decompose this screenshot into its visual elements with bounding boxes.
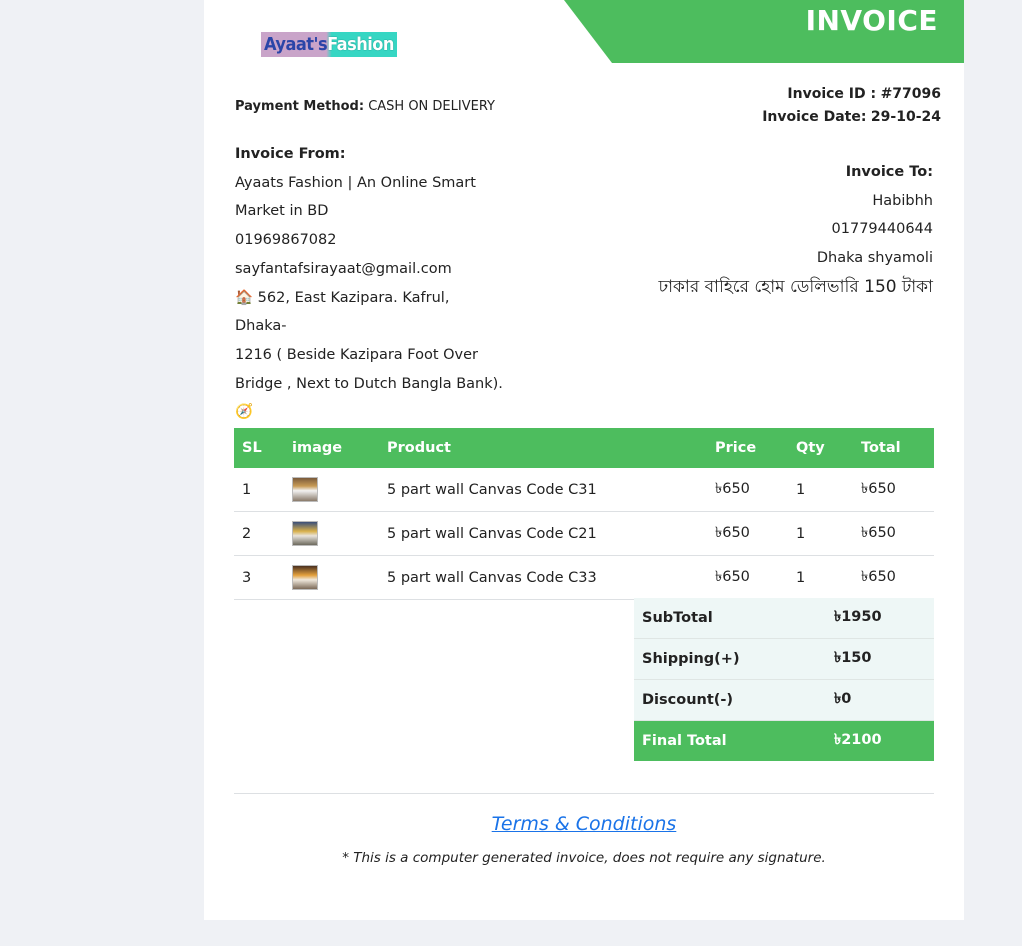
- logo-text-part1: Ayaat's: [264, 34, 328, 55]
- row-image: [284, 511, 379, 556]
- payment-method: Payment Method: CASH ON DELIVERY: [235, 99, 495, 114]
- subtotal-label: SubTotal: [634, 598, 834, 639]
- to-address: Dhaka shyamoli: [816, 250, 933, 267]
- col-total: Total: [853, 428, 934, 468]
- terms-conditions-link[interactable]: Terms & Conditions: [234, 813, 934, 835]
- table-row: 2 5 part wall Canvas Code C21 ৳650 1 ৳65…: [234, 511, 934, 556]
- invoice-date-value: 29-10-24: [870, 109, 941, 125]
- compass-icon: 🧭: [235, 404, 254, 421]
- row-total: ৳650: [853, 555, 934, 600]
- product-thumbnail: [292, 477, 318, 502]
- totals-table: SubTotal ৳1950 Shipping(+) ৳150 Discount…: [634, 598, 934, 761]
- discount-row: Discount(-) ৳0: [634, 679, 934, 721]
- invoice-id-row: Invoice ID : #77096: [762, 83, 941, 106]
- table-row: 3 5 part wall Canvas Code C33 ৳650 1 ৳65…: [234, 555, 934, 600]
- to-phone: 01779440644: [831, 221, 933, 238]
- invoice-id-label: Invoice ID :: [787, 86, 877, 102]
- subtotal-row: SubTotal ৳1950: [634, 598, 934, 639]
- table-row: 1 5 part wall Canvas Code C31 ৳650 1 ৳65…: [234, 468, 934, 512]
- subtotal-value: ৳1950: [834, 598, 934, 639]
- invoice-page: INVOICE Ayaat's Fashion Payment Method: C…: [204, 0, 964, 920]
- row-product: 5 part wall Canvas Code C31: [379, 468, 707, 512]
- from-phone: 01969867082: [235, 232, 337, 249]
- product-thumbnail: [292, 521, 318, 546]
- invoice-meta: Invoice ID : #77096 Invoice Date: 29-10-…: [762, 83, 941, 129]
- final-total-row: Final Total ৳2100: [634, 720, 934, 761]
- row-sl: 2: [234, 511, 284, 556]
- discount-label: Discount(-): [634, 679, 834, 721]
- invoice-id-value: #77096: [880, 86, 941, 102]
- from-company-line1: Ayaats Fashion | An Online Smart: [235, 174, 476, 191]
- from-company-line2: Market in BD: [235, 203, 329, 220]
- invoice-title: INVOICE: [805, 4, 938, 37]
- shipping-label: Shipping(+): [634, 638, 834, 680]
- footer-divider: [234, 793, 934, 794]
- row-product: 5 part wall Canvas Code C21: [379, 511, 707, 556]
- row-qty: 1: [788, 555, 853, 600]
- row-sl: 1: [234, 468, 284, 512]
- final-total-label: Final Total: [634, 720, 834, 761]
- to-delivery-note: ঢাকার বাহিরে হোম ডেলিভারি 150 টাকা: [658, 276, 933, 297]
- invoice-to-heading: Invoice To:: [845, 164, 933, 180]
- invoice-to: Invoice To: Habibhh 01779440644 Dhaka sh…: [658, 158, 933, 302]
- col-sl: SL: [234, 428, 284, 468]
- row-price: ৳650: [707, 555, 788, 600]
- shipping-row: Shipping(+) ৳150: [634, 638, 934, 680]
- from-address-line3: Bridge , Next to Dutch Bangla Bank).: [235, 375, 503, 392]
- row-image: [284, 468, 379, 512]
- row-qty: 1: [788, 468, 853, 512]
- from-email: sayfantafsirayaat@gmail.com: [235, 260, 452, 277]
- col-price: Price: [707, 428, 788, 468]
- brand-logo: Ayaat's Fashion: [261, 32, 397, 57]
- row-price: ৳650: [707, 468, 788, 512]
- row-qty: 1: [788, 511, 853, 556]
- row-product: 5 part wall Canvas Code C33: [379, 555, 707, 600]
- from-address-line1: 🏠 562, East Kazipara. Kafrul, Dhaka-: [235, 284, 505, 341]
- row-total: ৳650: [853, 468, 934, 512]
- col-image: image: [284, 428, 379, 468]
- row-price: ৳650: [707, 511, 788, 556]
- col-product: Product: [379, 428, 707, 468]
- row-total: ৳650: [853, 511, 934, 556]
- items-table-header: SL image Product Price Qty Total: [234, 428, 934, 468]
- invoice-date-label: Invoice Date:: [762, 109, 867, 125]
- discount-value: ৳0: [834, 679, 934, 721]
- logo-text-part2: Fashion: [327, 34, 394, 55]
- invoice-from-heading: Invoice From:: [235, 146, 346, 162]
- col-qty: Qty: [788, 428, 853, 468]
- row-image: [284, 555, 379, 600]
- product-thumbnail: [292, 565, 318, 590]
- shipping-value: ৳150: [834, 638, 934, 680]
- house-icon: 🏠: [235, 289, 254, 306]
- row-sl: 3: [234, 555, 284, 600]
- from-address-line2: 1216 ( Beside Kazipara Foot Over: [235, 346, 479, 363]
- payment-method-label: Payment Method:: [235, 99, 365, 114]
- from-address-text1: 562, East Kazipara. Kafrul, Dhaka-: [235, 289, 450, 335]
- computer-generated-note: * This is a computer generated invoice, …: [342, 850, 826, 866]
- payment-method-value: CASH ON DELIVERY: [368, 99, 495, 114]
- to-name: Habibhh: [872, 192, 933, 209]
- items-table: SL image Product Price Qty Total 1 5 par…: [234, 428, 934, 600]
- final-total-value: ৳2100: [834, 720, 934, 761]
- invoice-date-row: Invoice Date: 29-10-24: [762, 106, 941, 129]
- invoice-from: Invoice From: Ayaats Fashion | An Online…: [235, 140, 505, 427]
